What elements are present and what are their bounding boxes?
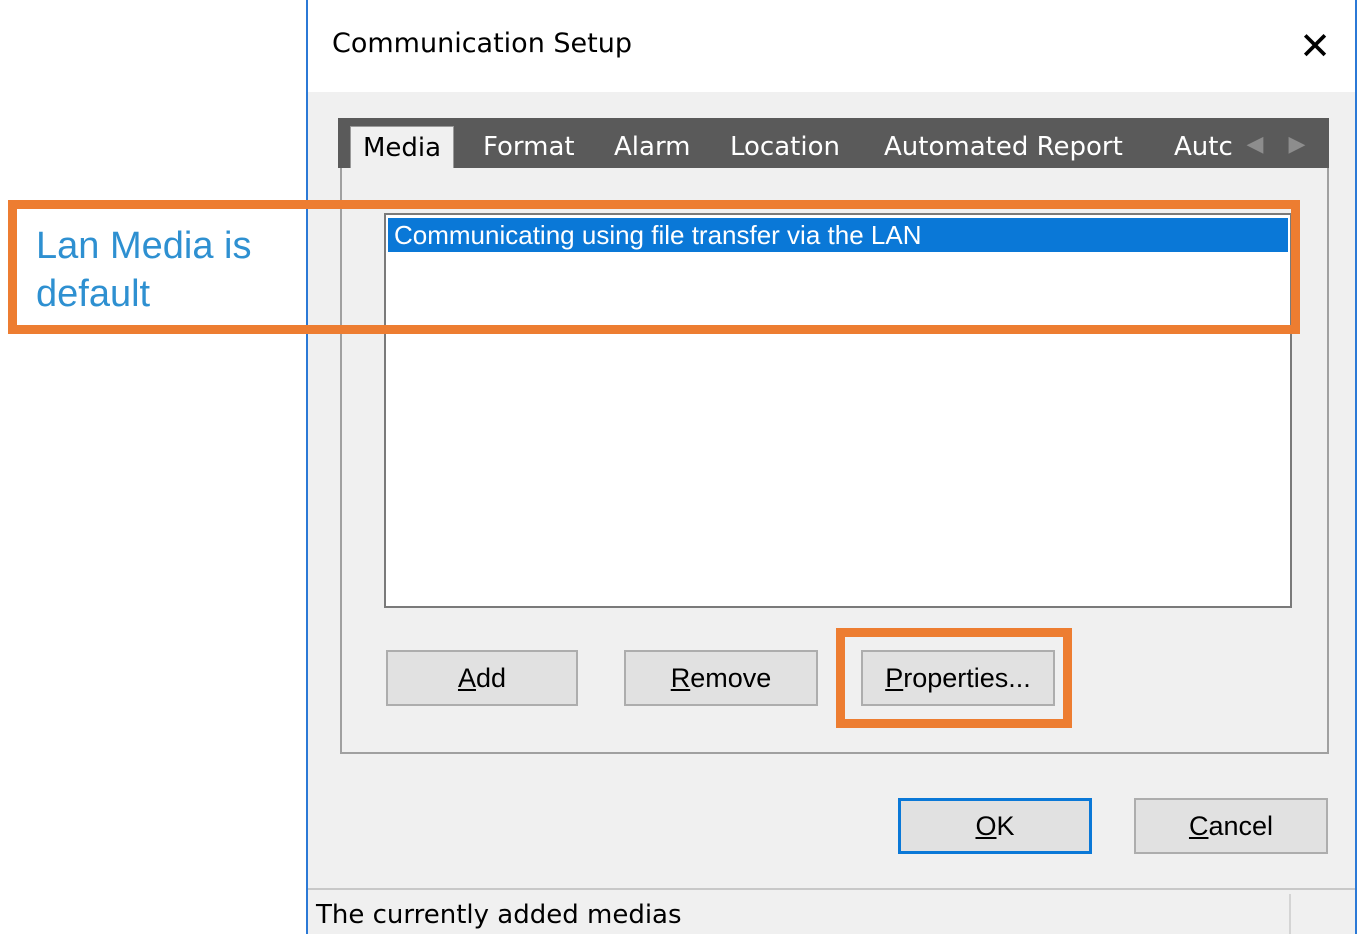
status-text: The currently added medias [316, 900, 682, 930]
dialog-title: Communication Setup [332, 28, 632, 59]
ok-button-label: OK [975, 810, 1015, 841]
status-divider [1289, 894, 1291, 934]
status-bar: The currently added medias [308, 888, 1355, 934]
tab-media[interactable]: Media [350, 126, 455, 168]
cancel-button-label: Cancel [1188, 810, 1274, 841]
remove-button-label: Remove [670, 662, 772, 693]
close-icon: ✕ [1299, 24, 1331, 68]
tab-auto-truncated[interactable]: Autc [1174, 132, 1233, 162]
lan-media-callout: Lan Media is default [36, 222, 251, 318]
add-button[interactable]: Add [386, 650, 578, 706]
tab-location[interactable]: Location [730, 132, 840, 162]
chevron-left-icon[interactable]: ◀ [1242, 130, 1268, 158]
chevron-right-icon[interactable]: ▶ [1284, 130, 1310, 158]
tab-strip: Media Format Alarm Location Automated Re… [338, 118, 1329, 168]
callout-line-1: Lan Media is [36, 225, 252, 267]
remove-button[interactable]: Remove [624, 650, 818, 706]
callout-line-2: default [36, 273, 151, 315]
tab-automated-report[interactable]: Automated Report [884, 132, 1123, 162]
tab-alarm[interactable]: Alarm [614, 132, 691, 162]
add-button-label: Add [457, 662, 507, 693]
tab-format[interactable]: Format [483, 132, 575, 162]
title-bar: Communication Setup ✕ [308, 0, 1355, 92]
properties-highlight [836, 628, 1072, 728]
cancel-button[interactable]: Cancel [1134, 798, 1328, 854]
ok-button[interactable]: OK [898, 798, 1092, 854]
close-button[interactable]: ✕ [1275, 0, 1355, 92]
communication-setup-dialog: Communication Setup ✕ Media Format Alarm… [306, 0, 1357, 934]
